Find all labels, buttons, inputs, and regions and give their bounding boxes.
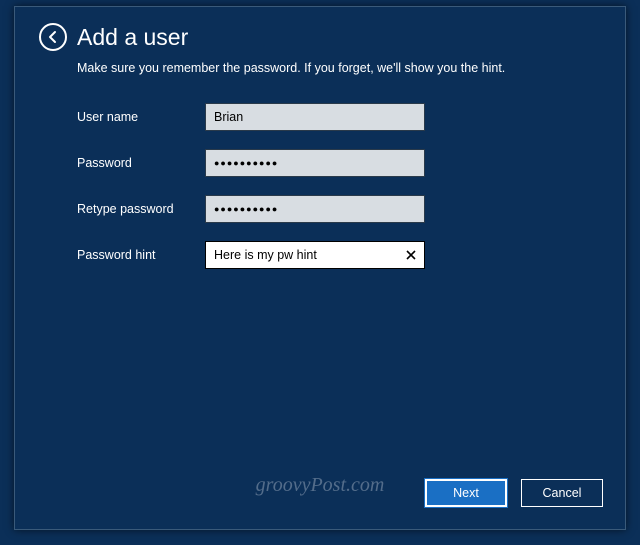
page-subtitle: Make sure you remember the password. If … [15,57,625,75]
next-button[interactable]: Next [425,479,507,507]
dialog-footer: Next Cancel [425,479,603,507]
close-icon [405,249,417,261]
page-title: Add a user [77,24,188,51]
retype-password-row: Retype password ●●●●●●●●●● [77,195,601,223]
username-row: User name [77,103,601,131]
username-input[interactable] [205,103,425,131]
clear-hint-button[interactable] [398,242,424,268]
username-label: User name [77,110,205,124]
retype-password-label: Retype password [77,202,205,216]
watermark-text: groovyPost.com [256,474,385,497]
password-label: Password [77,156,205,170]
retype-password-input[interactable]: ●●●●●●●●●● [205,195,425,223]
cancel-button[interactable]: Cancel [521,479,603,507]
back-button[interactable] [39,23,67,51]
password-hint-label: Password hint [77,248,205,262]
user-form: User name Password ●●●●●●●●●● Retype pas… [15,75,625,269]
back-arrow-icon [46,30,60,44]
password-hint-input[interactable] [205,241,425,269]
password-input[interactable]: ●●●●●●●●●● [205,149,425,177]
dialog-header: Add a user [15,7,625,57]
add-user-dialog: Add a user Make sure you remember the pa… [14,6,626,530]
password-row: Password ●●●●●●●●●● [77,149,601,177]
password-hint-row: Password hint [77,241,601,269]
